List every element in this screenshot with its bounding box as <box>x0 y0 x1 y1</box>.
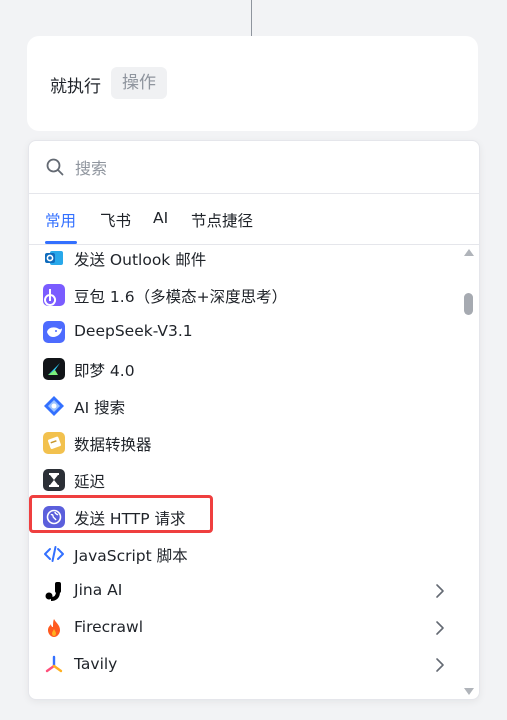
data-converter-icon <box>43 432 65 454</box>
chevron-right-icon <box>436 621 444 635</box>
list-item-tavily[interactable]: Tavily <box>29 647 449 684</box>
http-globe-icon <box>43 506 65 528</box>
node-list: 发送 Outlook 邮件 豆包 1.6（多模态+深度思考） DeepSeek-… <box>29 245 479 699</box>
list-item-send-outlook-email[interactable]: 发送 Outlook 邮件 <box>29 245 449 277</box>
action-step-card[interactable]: 就执行 操作 <box>27 36 478 131</box>
scrollbar-thumb[interactable] <box>464 293 473 315</box>
list-item-jina-ai[interactable]: Jina AI <box>29 573 449 610</box>
chevron-right-icon <box>436 658 444 672</box>
list-item-ai-search[interactable]: AI 搜索 <box>29 388 449 425</box>
list-item-jimeng[interactable]: 即梦 4.0 <box>29 351 449 388</box>
tab-feishu[interactable]: 飞书 <box>100 209 131 231</box>
scroll-down-arrow-icon[interactable] <box>464 688 474 695</box>
list-item-javascript[interactable]: JavaScript 脚本 <box>29 536 449 573</box>
firecrawl-icon <box>43 617 65 639</box>
scroll-up-arrow-icon[interactable] <box>464 249 474 256</box>
active-tab-indicator <box>45 241 77 244</box>
category-tabs: 常用 飞书 AI 节点捷径 <box>29 194 479 245</box>
action-step-label: 就执行 <box>50 77 101 97</box>
chevron-right-icon <box>436 584 444 598</box>
flow-connector-line <box>251 0 252 36</box>
search-input[interactable] <box>73 153 457 183</box>
tab-ai[interactable]: AI <box>153 209 168 227</box>
code-icon <box>43 543 65 565</box>
list-item-delay[interactable]: 延迟 <box>29 462 449 499</box>
action-placeholder-chip[interactable]: 操作 <box>111 67 167 99</box>
ai-search-icon <box>43 395 65 417</box>
outlook-icon <box>43 247 65 269</box>
list-item-send-http-request[interactable]: 发送 HTTP 请求 <box>29 499 449 536</box>
search-icon <box>46 158 64 176</box>
tab-common[interactable]: 常用 <box>45 209 76 231</box>
list-scrollbar[interactable] <box>459 245 479 699</box>
jimeng-icon <box>43 358 65 380</box>
list-item-deepseek[interactable]: DeepSeek-V3.1 <box>29 314 449 351</box>
hourglass-icon <box>43 469 65 491</box>
jina-icon <box>43 580 65 602</box>
deepseek-icon <box>43 321 65 343</box>
tab-node-shortcuts[interactable]: 节点捷径 <box>191 209 253 231</box>
node-picker-panel: 常用 飞书 AI 节点捷径 发送 Outlook 邮件 豆包 1.6（多模态+ <box>28 140 480 700</box>
list-item-doubao[interactable]: 豆包 1.6（多模态+深度思考） <box>29 277 449 314</box>
tavily-icon <box>43 654 65 676</box>
list-item-data-converter[interactable]: 数据转换器 <box>29 425 449 462</box>
list-item-firecrawl[interactable]: Firecrawl <box>29 610 449 647</box>
search-bar <box>29 141 479 194</box>
doubao-icon <box>43 284 65 306</box>
